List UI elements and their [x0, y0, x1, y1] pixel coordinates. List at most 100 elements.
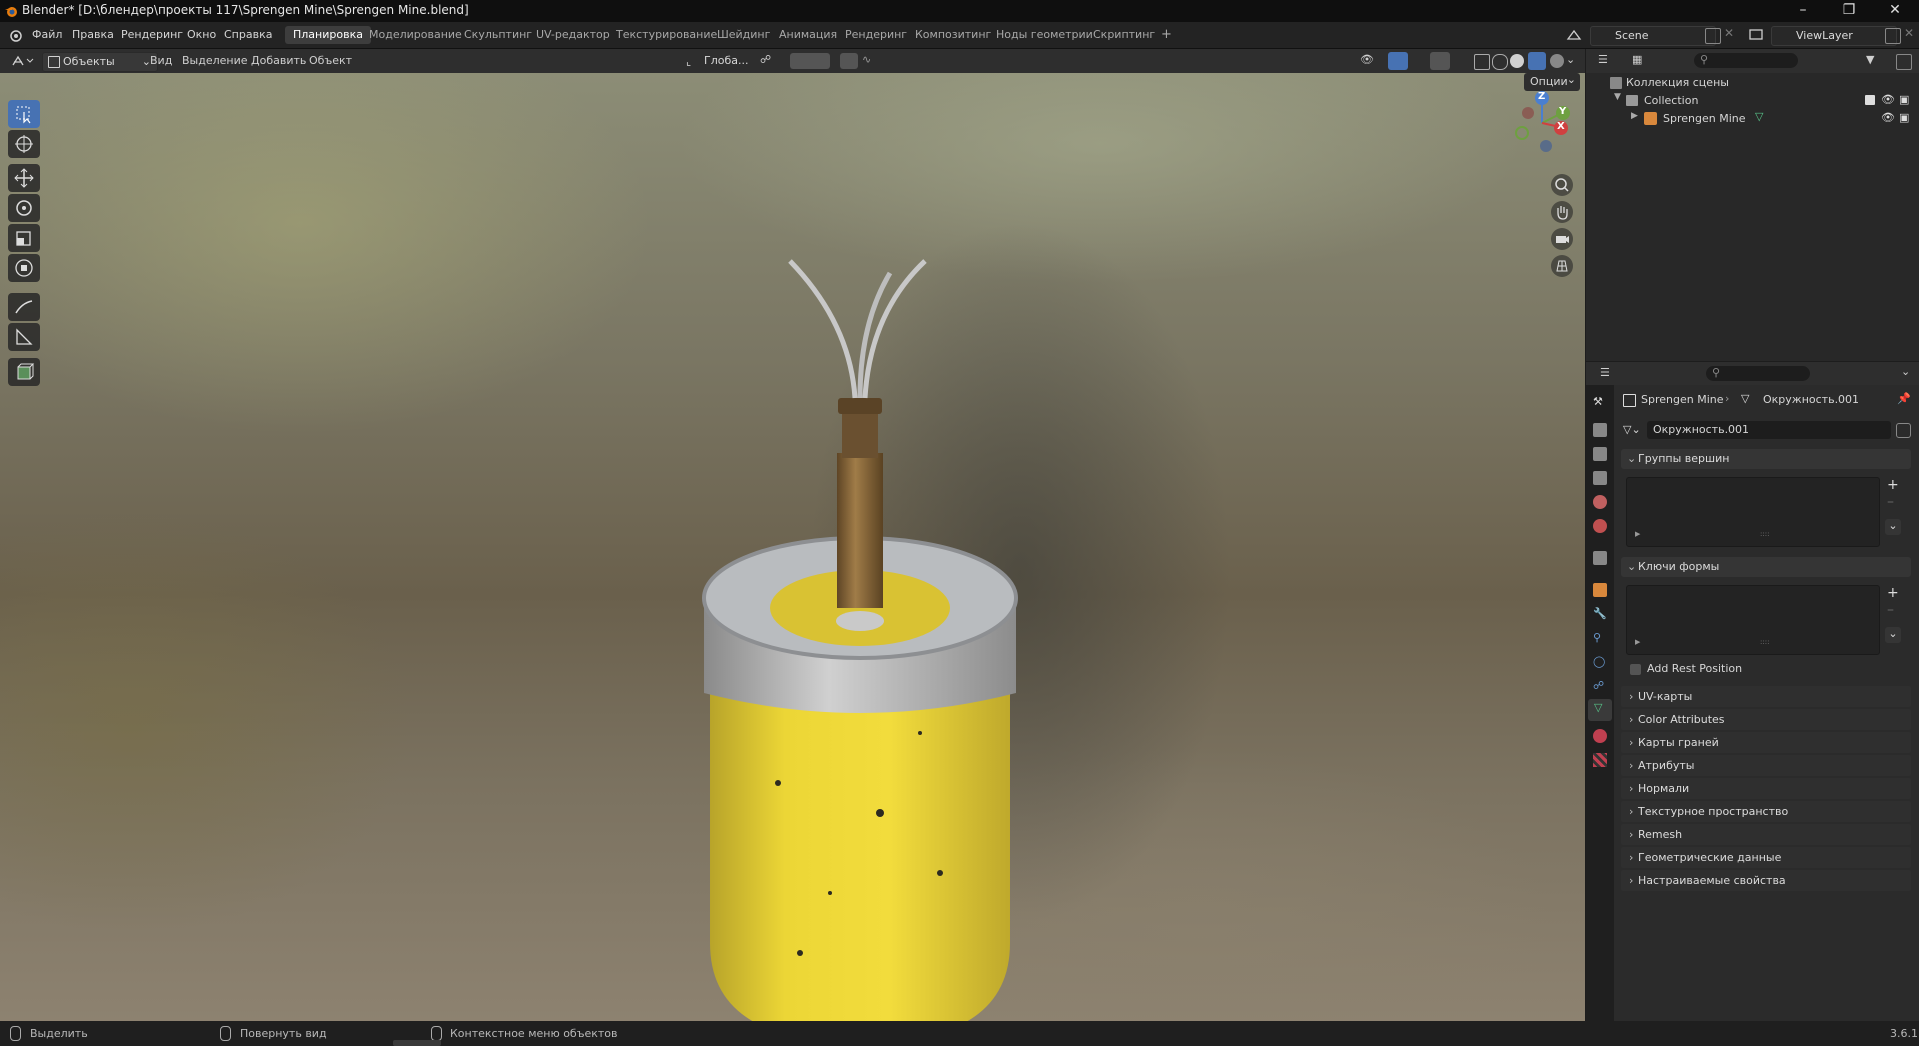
physics-tab-icon[interactable]: ◯ [1593, 655, 1607, 669]
material-tab-icon[interactable] [1593, 729, 1607, 743]
exclude-checkbox[interactable] [1865, 95, 1875, 105]
blender-menu-icon[interactable] [8, 28, 22, 42]
menu-window[interactable]: Окно [187, 28, 216, 41]
zoom-icon[interactable] [1551, 174, 1573, 196]
constraints-tab-icon[interactable]: ☍ [1593, 679, 1607, 693]
new-view-layer-icon[interactable] [1885, 28, 1901, 44]
move-icon[interactable] [8, 164, 40, 192]
gizmo-toggle[interactable] [1388, 52, 1408, 70]
vertex-group-specials-button[interactable]: ⌄ [1885, 519, 1901, 535]
pivot-point-icon[interactable]: ☍ [760, 53, 782, 69]
custom-properties-panel-header[interactable]: › Настраиваемые свойства [1621, 870, 1911, 891]
camera-view-icon[interactable] [1551, 228, 1573, 250]
annotate-icon[interactable] [8, 293, 40, 321]
menu-help[interactable]: Справка [224, 28, 272, 41]
delete-view-layer-icon[interactable]: ✕ [1904, 26, 1918, 40]
pin-icon[interactable]: 📌 [1897, 392, 1911, 405]
view-layer-selector[interactable]: ViewLayer [1771, 26, 1897, 46]
mesh-data-tab[interactable]: ▽ [1588, 699, 1612, 721]
xray-toggle[interactable] [1474, 54, 1490, 70]
editor-type-icon[interactable] [10, 53, 34, 69]
menu-object[interactable]: Объект [309, 52, 352, 70]
snapping-toggle[interactable] [790, 53, 830, 69]
tab-shading[interactable]: Шейдинг [709, 26, 778, 44]
menu-edit[interactable]: Правка [72, 28, 114, 41]
expand-arrow-icon[interactable]: ▶ [1635, 530, 1640, 538]
face-maps-panel-header[interactable]: › Карты граней [1621, 732, 1911, 753]
solid-shading-icon[interactable] [1510, 54, 1524, 68]
rotate-icon[interactable] [8, 194, 40, 222]
camera-icon[interactable]: ▣ [1899, 111, 1909, 124]
tab-texture-paint[interactable]: Текстурирование [608, 26, 725, 44]
transform-icon[interactable] [8, 254, 40, 282]
color-attributes-panel-header[interactable]: › Color Attributes [1621, 709, 1911, 730]
remove-vertex-group-button[interactable]: – [1887, 494, 1903, 510]
shape-key-specials-button[interactable]: ⌄ [1885, 627, 1901, 643]
scene-selector[interactable]: Scene [1590, 26, 1716, 46]
expand-arrow-icon[interactable]: ▶ [1631, 111, 1638, 121]
tab-layout[interactable]: Планировка [285, 26, 371, 44]
select-box-icon[interactable] [8, 100, 40, 128]
new-scene-icon[interactable] [1705, 28, 1721, 44]
scene-tab-icon[interactable] [1593, 495, 1607, 509]
object-tab-icon[interactable] [1593, 583, 1607, 597]
texture-space-panel-header[interactable]: › Текстурное пространство [1621, 801, 1911, 822]
add-workspace-button[interactable]: + [1153, 26, 1180, 44]
transform-orientation-selector[interactable]: ⌞ Глоба... [684, 52, 772, 70]
minimize-icon[interactable]: – [1780, 0, 1826, 22]
scene-icon[interactable] [1566, 27, 1582, 43]
perspective-toggle-icon[interactable] [1551, 255, 1573, 277]
add-rest-position-checkbox[interactable] [1630, 664, 1641, 675]
vertex-groups-list[interactable]: ▶ :::: [1626, 477, 1880, 547]
tool-tab-icon[interactable]: ⚒ [1593, 395, 1607, 409]
tab-compositing[interactable]: Композитинг [907, 26, 999, 44]
menu-file[interactable]: Файл [32, 28, 62, 41]
mode-selector[interactable]: Объекты ⌄ [42, 52, 158, 72]
add-rest-position-row[interactable]: Add Rest Position [1630, 662, 1830, 678]
pan-hand-icon[interactable] [1551, 201, 1573, 223]
tab-uv-editing[interactable]: UV-редактор [528, 26, 618, 44]
material-preview-shading-icon[interactable] [1528, 52, 1546, 70]
filter-icon[interactable]: ▼ [1866, 53, 1890, 69]
add-vertex-group-button[interactable]: + [1887, 477, 1903, 493]
tab-scripting[interactable]: Скриптинг [1085, 26, 1163, 44]
outliner-search-input[interactable]: ⚲ [1694, 53, 1798, 68]
visibility-icon[interactable]: 👁 [1360, 53, 1382, 69]
outliner-editor-type-icon[interactable]: ☰ [1598, 53, 1622, 69]
modifier-tab-icon[interactable]: 🔧 [1593, 607, 1607, 621]
collection-label[interactable]: Collection [1644, 94, 1698, 107]
vertex-groups-panel-header[interactable]: ⌄ Группы вершин [1621, 449, 1911, 469]
properties-search-input[interactable]: ⚲ [1706, 366, 1810, 381]
collection-tab-icon[interactable] [1593, 551, 1607, 565]
scale-icon[interactable] [8, 224, 40, 252]
remove-shape-key-button[interactable]: – [1887, 602, 1903, 618]
output-tab-icon[interactable] [1593, 447, 1607, 461]
texture-tab-icon[interactable] [1593, 753, 1607, 767]
delete-scene-icon[interactable]: ✕ [1724, 26, 1738, 40]
measure-icon[interactable] [8, 323, 40, 351]
tab-geometry-nodes[interactable]: Ноды геометрии [988, 26, 1101, 44]
menu-view[interactable]: Вид [150, 52, 172, 70]
mesh-data-icon[interactable]: ▽ [1755, 110, 1763, 123]
mesh-browse-icon[interactable]: ▽⌄ [1623, 423, 1641, 436]
shading-options-chevron-icon[interactable]: ⌄ [1566, 53, 1578, 69]
rendered-shading-icon[interactable] [1550, 54, 1564, 68]
tab-modeling[interactable]: Моделирование [361, 26, 470, 44]
eye-icon[interactable]: 👁 [1881, 111, 1895, 124]
camera-icon[interactable]: ▣ [1899, 93, 1909, 106]
geometry-data-panel-header[interactable]: › Геометрические данные [1621, 847, 1911, 868]
restore-icon[interactable]: ❐ [1826, 0, 1872, 22]
menu-render[interactable]: Рендеринг [121, 28, 183, 41]
properties-editor-type-icon[interactable]: ☰ [1600, 366, 1624, 382]
fake-user-shield-icon[interactable] [1896, 423, 1911, 438]
menu-select[interactable]: Выделение [182, 52, 248, 70]
attributes-panel-header[interactable]: › Атрибуты [1621, 755, 1911, 776]
wireframe-shading-icon[interactable] [1492, 54, 1508, 70]
scrollbar[interactable] [393, 1040, 441, 1046]
tab-animation[interactable]: Анимация [771, 26, 845, 44]
normals-panel-header[interactable]: › Нормали [1621, 778, 1911, 799]
tab-rendering[interactable]: Рендеринг [837, 26, 915, 44]
add-cube-icon[interactable] [8, 358, 40, 386]
falloff-icon[interactable]: ∿ [862, 53, 880, 69]
uv-maps-panel-header[interactable]: › UV-карты [1621, 686, 1911, 707]
